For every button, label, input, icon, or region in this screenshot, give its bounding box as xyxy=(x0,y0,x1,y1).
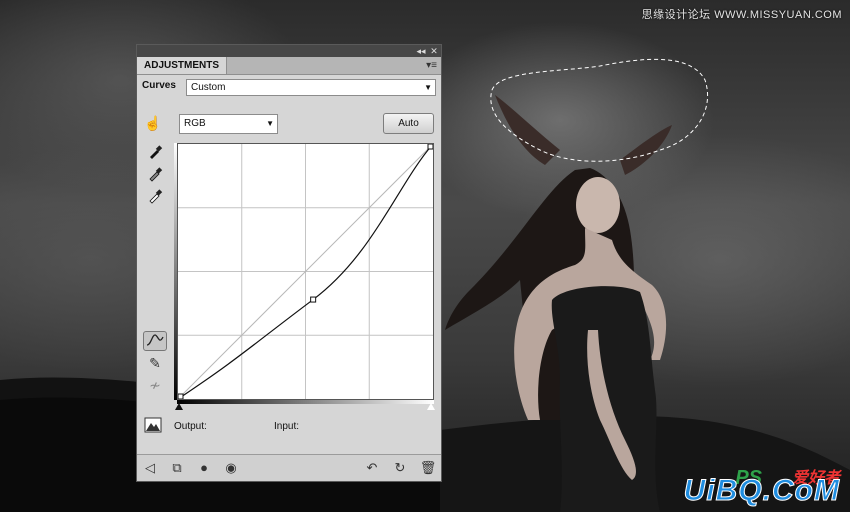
input-label: Input: xyxy=(274,421,300,432)
curve-points-icon[interactable] xyxy=(143,331,167,351)
tab-adjustments[interactable]: ADJUSTMENTS xyxy=(137,57,228,74)
preset-select[interactable]: Custom ▼ xyxy=(186,79,436,96)
input-gradient-bar xyxy=(177,400,434,404)
smooth-icon[interactable]: ≁ xyxy=(145,375,165,395)
eye-icon[interactable]: ◉ xyxy=(222,459,240,477)
curves-graph[interactable] xyxy=(177,143,434,400)
reset-icon[interactable]: ↻ xyxy=(391,459,409,477)
watermark-site: UiBQ.CoM xyxy=(683,474,840,508)
chevron-down-icon: ▼ xyxy=(424,83,432,92)
chevron-down-icon: ▼ xyxy=(266,119,274,128)
curve-plot xyxy=(177,143,434,400)
curve-control-point[interactable] xyxy=(427,143,434,150)
panel-tab-row: ADJUSTMENTS ▾≡ xyxy=(137,57,441,75)
channel-value: RGB xyxy=(184,118,206,129)
eyedropper-gray-icon[interactable] xyxy=(145,166,165,186)
adjustments-panel: ◂◂ ✕ ADJUSTMENTS ▾≡ Curves Custom ▼ ☝ RG… xyxy=(136,44,442,482)
pencil-icon[interactable]: ✎ xyxy=(145,353,165,373)
trash-icon[interactable]: 🗑 xyxy=(419,459,437,477)
channel-select[interactable]: RGB ▼ xyxy=(179,114,278,134)
clipping-warning-icon[interactable] xyxy=(143,417,163,437)
curve-control-point[interactable] xyxy=(177,393,184,400)
auto-button[interactable]: Auto xyxy=(383,113,434,134)
panel-bottom-bar: ◁ ⧉ ● ◉ ↶ ↻ 🗑 xyxy=(137,454,441,481)
eyedropper-white-icon[interactable] xyxy=(145,188,165,208)
curve-control-point[interactable] xyxy=(310,296,317,303)
watermark-top: 思缘设计论坛 WWW.MISSYUAN.COM xyxy=(641,9,842,21)
expanded-view-icon[interactable]: ⧉ xyxy=(168,459,186,477)
on-image-adjust-icon[interactable]: ☝ xyxy=(143,113,163,133)
panel-title: Curves xyxy=(142,80,176,91)
panel-menu-icon[interactable]: ▾≡ xyxy=(426,60,437,71)
output-label: Output: xyxy=(174,421,207,432)
back-arrow-icon[interactable]: ◁ xyxy=(141,459,159,477)
close-icon[interactable]: ✕ xyxy=(428,46,440,56)
panel-titlebar[interactable]: ◂◂ ✕ xyxy=(137,45,441,57)
black-point-slider[interactable] xyxy=(175,403,183,410)
white-point-slider[interactable] xyxy=(427,403,435,410)
eyedropper-black-icon[interactable] xyxy=(145,144,165,164)
preset-value: Custom xyxy=(191,82,226,93)
view-previous-icon[interactable]: ↶ xyxy=(363,459,381,477)
clip-to-layer-icon[interactable]: ● xyxy=(195,459,213,477)
collapse-icon[interactable]: ◂◂ xyxy=(415,46,427,56)
